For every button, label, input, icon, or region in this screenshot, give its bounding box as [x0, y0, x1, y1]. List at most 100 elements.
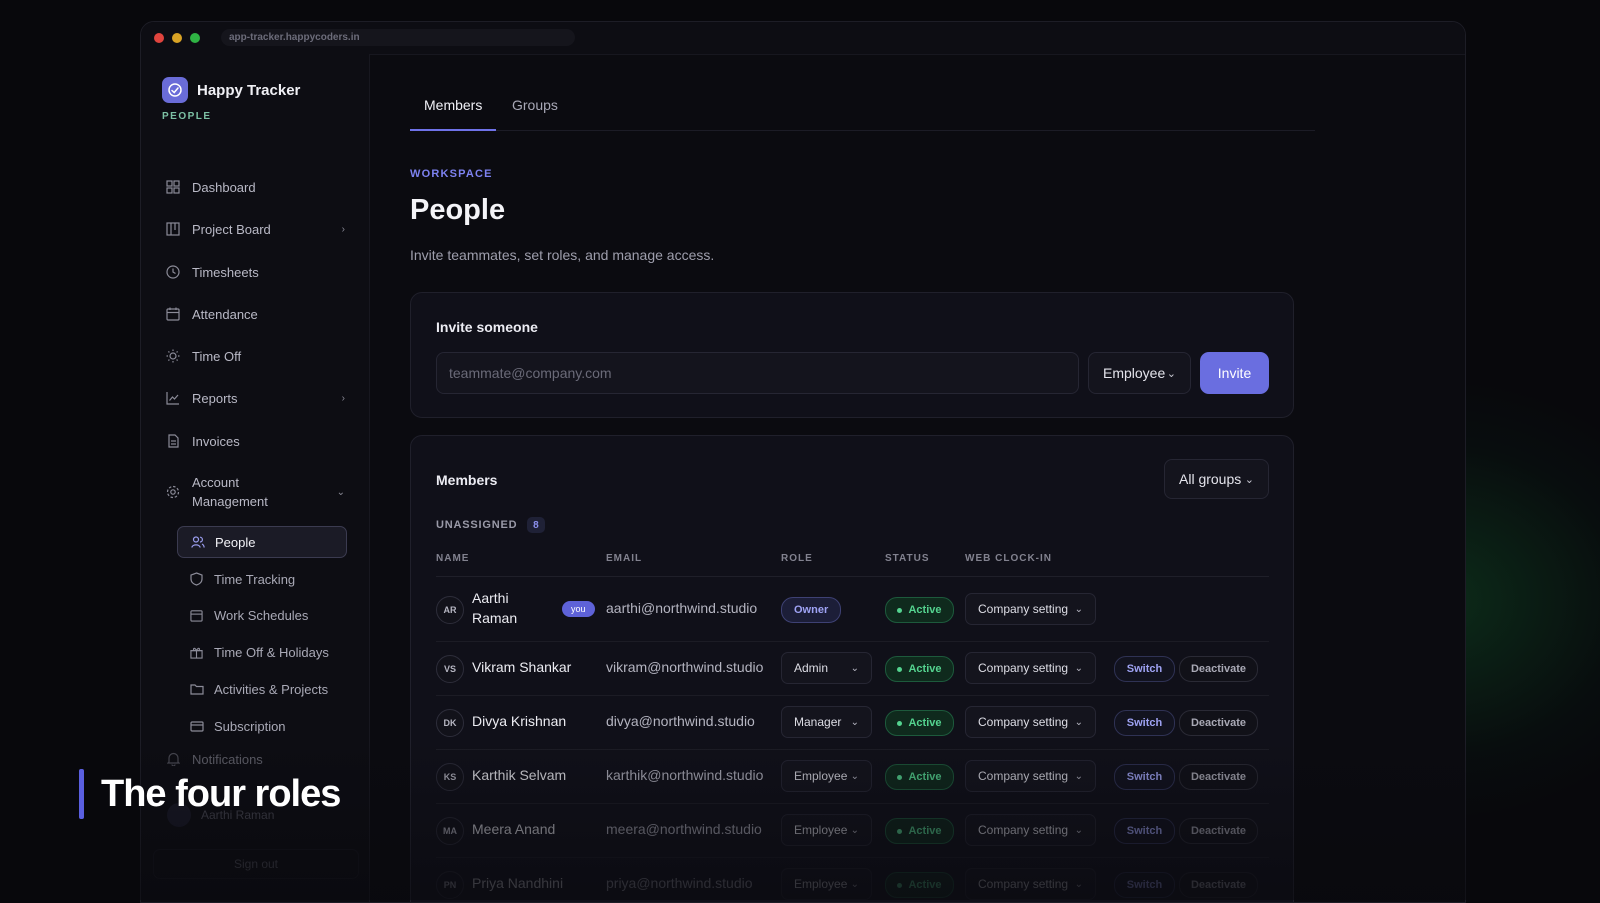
- switch-button[interactable]: Switch: [1114, 764, 1175, 790]
- column-header-name: NAME: [436, 553, 470, 564]
- switch-button[interactable]: Switch: [1114, 872, 1175, 898]
- status-badge: Active: [885, 872, 954, 898]
- role-select[interactable]: Manager ⌄: [781, 706, 872, 738]
- browser-titlebar: app-tracker.happycoders.in: [141, 22, 1465, 55]
- sidebar-item-dashboard[interactable]: Dashboard: [165, 174, 345, 200]
- tab-bar: Members Groups: [409, 97, 1315, 131]
- sidebar-subitem-label: Time Tracking: [214, 571, 296, 587]
- brand-section-label: PEOPLE: [162, 111, 212, 122]
- role-value: Employee: [794, 769, 848, 783]
- chevron-down-icon: ⌄: [1074, 878, 1083, 890]
- status-text: Active: [908, 879, 942, 891]
- member-email: aarthi@northwind.studio: [606, 600, 758, 616]
- invite-role-select[interactable]: Employee ⌄: [1088, 352, 1191, 394]
- group-count-badge: 8: [527, 517, 546, 533]
- sidebar-item-reports[interactable]: Reports ›: [165, 385, 345, 411]
- sidebar-item-invoices[interactable]: Invoices: [165, 428, 345, 454]
- table-row: DK Divya Krishnan divya@northwind.studio…: [436, 695, 1269, 750]
- status-badge: Active: [885, 764, 954, 790]
- chevron-down-icon: ⌄: [850, 770, 859, 782]
- sidebar-subitem-time-off-holidays[interactable]: Time Off & Holidays: [177, 636, 347, 668]
- bell-icon: [165, 751, 181, 767]
- group-filter-select[interactable]: All groups ⌄: [1164, 459, 1269, 499]
- close-window-button[interactable]: [154, 33, 164, 43]
- status-badge: Active: [885, 710, 954, 736]
- minimize-window-button[interactable]: [172, 33, 182, 43]
- role-select[interactable]: Employee ⌄: [781, 868, 872, 900]
- table-row: KS Karthik Selvam karthik@northwind.stud…: [436, 749, 1269, 804]
- invite-button[interactable]: Invite: [1200, 352, 1269, 394]
- role-select[interactable]: Employee ⌄: [781, 760, 872, 792]
- calendar-icon: [165, 306, 181, 322]
- deactivate-button[interactable]: Deactivate: [1179, 818, 1258, 844]
- chevron-down-icon: ⌄: [1074, 716, 1083, 728]
- sidebar-item-account-management[interactable]: Account Management ⌄: [165, 472, 345, 512]
- deactivate-button[interactable]: Deactivate: [1179, 872, 1258, 898]
- sidebar-item-label: Notifications: [192, 751, 263, 767]
- credit-card-icon: [189, 719, 204, 734]
- web-clock-in-select[interactable]: Company setting ⌄: [965, 593, 1096, 625]
- avatar: DK: [436, 709, 464, 737]
- sidebar-item-label: Attendance: [192, 306, 258, 322]
- invite-title: Invite someone: [436, 319, 538, 335]
- deactivate-button[interactable]: Deactivate: [1179, 764, 1258, 790]
- folder-icon: [189, 682, 204, 697]
- status-text: Active: [908, 604, 942, 616]
- chevron-down-icon: ⌄: [850, 716, 859, 728]
- switch-button[interactable]: Switch: [1114, 710, 1175, 736]
- chevron-down-icon: ⌄: [850, 878, 859, 890]
- sidebar-subitem-label: Work Schedules: [214, 607, 309, 623]
- sidebar-subitem-work-schedules[interactable]: Work Schedules: [177, 599, 347, 631]
- role-select[interactable]: Admin ⌄: [781, 652, 872, 684]
- gift-icon: [189, 645, 204, 660]
- you-badge: you: [562, 601, 595, 617]
- member-name: Meera Anand: [472, 821, 556, 837]
- sidebar-item-attendance[interactable]: Attendance: [165, 301, 345, 327]
- sidebar-subitem-people[interactable]: People: [177, 526, 347, 558]
- sidebar-item-timesheets[interactable]: Timesheets: [165, 259, 345, 285]
- address-bar[interactable]: app-tracker.happycoders.in: [221, 29, 575, 46]
- sign-out-button[interactable]: Sign out: [153, 849, 359, 879]
- status-dot-icon: [897, 720, 903, 726]
- board-icon: [165, 221, 181, 237]
- chevron-down-icon: ⌄: [1074, 770, 1083, 782]
- role-select[interactable]: Employee ⌄: [781, 814, 872, 846]
- deactivate-button[interactable]: Deactivate: [1179, 710, 1258, 736]
- sidebar-item-label: Account Management: [192, 475, 268, 509]
- brand[interactable]: Happy Tracker: [162, 77, 300, 103]
- deactivate-button[interactable]: Deactivate: [1179, 656, 1258, 682]
- status-text: Active: [908, 717, 942, 729]
- sidebar-item-project-board[interactable]: Project Board ›: [165, 216, 345, 242]
- avatar: AR: [436, 596, 464, 624]
- tab-members[interactable]: Members: [409, 97, 497, 131]
- maximize-window-button[interactable]: [190, 33, 200, 43]
- section-eyebrow: WORKSPACE: [410, 168, 493, 180]
- caption-accent-bar: [79, 769, 84, 819]
- sidebar-subitem-subscription[interactable]: Subscription: [177, 710, 347, 742]
- web-clock-in-select[interactable]: Company setting ⌄: [965, 652, 1096, 684]
- group-heading: UNASSIGNED 8: [436, 517, 546, 533]
- tab-groups[interactable]: Groups: [512, 97, 558, 130]
- sidebar-subitem-time-tracking[interactable]: Time Tracking: [177, 563, 347, 595]
- invite-email-input[interactable]: [436, 352, 1079, 394]
- table-row: MA Meera Anand meera@northwind.studio Em…: [436, 803, 1269, 858]
- sidebar-item-label: Timesheets: [192, 264, 259, 280]
- sidebar-subitem-activities-projects[interactable]: Activities & Projects: [177, 673, 347, 705]
- web-clock-in-select[interactable]: Company setting ⌄: [965, 814, 1096, 846]
- role-badge: Owner: [781, 597, 842, 623]
- web-clock-in-value: Company setting: [978, 877, 1069, 891]
- status-dot-icon: [897, 828, 903, 834]
- sun-icon: [165, 348, 181, 364]
- web-clock-in-select[interactable]: Company setting ⌄: [965, 706, 1096, 738]
- chevron-down-icon: ⌄: [336, 486, 345, 498]
- web-clock-in-value: Company setting: [978, 602, 1069, 616]
- switch-button[interactable]: Switch: [1114, 656, 1175, 682]
- switch-button[interactable]: Switch: [1114, 818, 1175, 844]
- web-clock-in-select[interactable]: Company setting ⌄: [965, 760, 1096, 792]
- status-text: Active: [908, 825, 942, 837]
- status-badge: Active: [885, 656, 954, 682]
- sidebar-item-time-off[interactable]: Time Off: [165, 343, 345, 369]
- web-clock-in-select[interactable]: Company setting ⌄: [965, 868, 1096, 900]
- status-badge: Active: [885, 818, 954, 844]
- status-text: Active: [908, 663, 942, 675]
